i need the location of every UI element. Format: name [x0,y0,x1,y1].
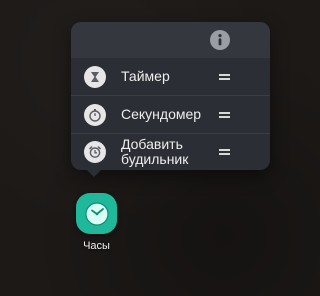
clock-icon [84,201,109,226]
shortcut-timer-label: Таймер [121,68,170,84]
shortcut-timer[interactable]: Таймер [71,58,270,95]
shortcut-stopwatch[interactable]: Секундомер [71,95,270,133]
shortcut-list: Таймер Секундомер Добавить будильник [71,58,270,170]
info-icon [218,34,222,46]
clock-app-icon[interactable] [76,193,117,234]
drag-handle-icon[interactable] [219,111,230,118]
app-label: Часы [83,240,110,252]
drag-handle-icon[interactable] [219,73,230,80]
stopwatch-icon [84,103,106,126]
popup-header [71,22,270,58]
app-info-button[interactable] [210,30,230,50]
shortcut-stopwatch-label: Секундомер [121,106,202,122]
drag-handle-icon[interactable] [219,149,230,155]
hourglass-icon [84,65,106,88]
shortcut-add-alarm-label: Добавить будильник [121,136,189,167]
shortcut-add-alarm[interactable]: Добавить будильник [71,133,270,170]
alarm-clock-icon [84,141,106,163]
app-shortcuts-popup: Таймер Секундомер Добавить будильник [71,22,270,177]
